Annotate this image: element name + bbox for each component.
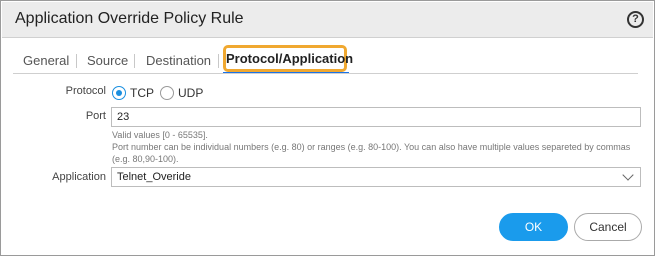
tab-bar-divider [13,73,638,74]
help-icon[interactable]: ? [627,11,644,28]
protocol-udp-radio[interactable] [160,86,174,100]
chevron-down-icon [622,169,634,181]
tab-bar: General Source Destination Protocol/Appl… [1,45,655,75]
port-hint-range: Valid values [0 - 65535]. [112,130,208,140]
application-select[interactable]: Telnet_Overide [111,167,641,187]
port-hint-example: (e.g. 80,90-100). [112,154,179,164]
tab-source[interactable]: Source [87,53,128,68]
cancel-button[interactable]: Cancel [574,213,642,241]
tab-divider [76,54,77,68]
dialog-titlebar: Application Override Policy Rule ? [2,2,653,38]
protocol-tcp-label: TCP [130,86,154,100]
tab-general[interactable]: General [23,53,69,68]
port-label: Port [85,110,106,122]
port-input[interactable]: 23 [111,107,641,127]
application-label: Application [52,171,106,183]
tab-divider [218,54,219,68]
tab-protocol-application[interactable]: Protocol/Application [223,45,353,72]
protocol-tcp-radio[interactable] [112,86,126,100]
protocol-label: Protocol [65,85,106,97]
protocol-udp-label: UDP [178,86,204,100]
port-hint-format: Port number can be individual numbers (e… [112,142,631,152]
application-select-value: Telnet_Overide [117,171,191,183]
tab-divider [134,54,135,68]
ok-button[interactable]: OK [499,213,568,241]
dialog-title: Application Override Policy Rule [15,10,244,27]
policy-rule-dialog: Application Override Policy Rule ? Gener… [0,0,655,256]
tab-destination[interactable]: Destination [146,53,211,68]
